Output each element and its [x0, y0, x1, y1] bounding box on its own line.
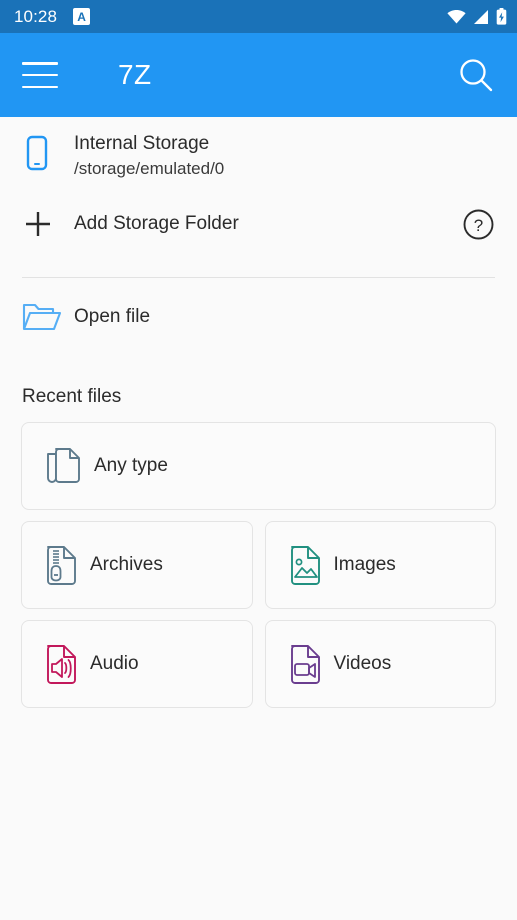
status-bar-indicators [447, 8, 507, 25]
card-videos-label: Videos [333, 653, 392, 674]
internal-storage-item[interactable]: Internal Storage /storage/emulated/0 [0, 117, 517, 189]
card-images[interactable]: Images [264, 521, 496, 609]
recent-files-heading: Recent files [22, 386, 122, 407]
menu-line [22, 85, 58, 88]
card-audio[interactable]: Audio [21, 620, 253, 708]
main-content: Internal Storage /storage/emulated/0 Add… [0, 117, 517, 920]
recent-files-cards: Any type Archives Images Audio Videos [0, 422, 517, 708]
audio-file-icon [42, 642, 88, 686]
cellular-signal-icon [473, 9, 489, 24]
open-file-item[interactable]: Open file [0, 278, 517, 356]
phone-storage-icon [22, 131, 74, 177]
app-notification-icon: A [73, 8, 91, 25]
battery-charging-icon [496, 8, 507, 25]
open-file-label: Open file [74, 306, 151, 327]
hamburger-menu-icon[interactable] [22, 62, 58, 88]
menu-line [22, 62, 58, 65]
card-archives[interactable]: Archives [21, 521, 253, 609]
copy-documents-icon [44, 444, 90, 488]
status-bar-clock: 10:28 [14, 6, 58, 26]
add-storage-folder-text: Add Storage Folder [74, 211, 239, 237]
archive-zip-file-icon [42, 543, 88, 587]
card-row-1: Archives Images [21, 521, 496, 609]
search-icon[interactable] [457, 56, 495, 94]
app-title: 7Z [118, 59, 152, 90]
help-circle-icon[interactable]: ? [462, 208, 495, 241]
card-videos[interactable]: Videos [264, 620, 496, 708]
card-audio-label: Audio [90, 653, 139, 674]
internal-storage-path: /storage/emulated/0 [74, 159, 225, 178]
image-file-icon [286, 543, 332, 587]
open-file-text: Open file [74, 304, 150, 330]
video-file-icon [286, 642, 332, 686]
status-bar: 10:28 A [0, 0, 517, 33]
app-bar: 7Z [0, 33, 517, 117]
notification-letter: A [77, 9, 86, 24]
card-any-type-label: Any type [94, 455, 168, 476]
plus-icon [22, 208, 74, 240]
card-row-2: Audio Videos [21, 620, 496, 708]
internal-storage-title: Internal Storage [74, 133, 210, 154]
svg-text:?: ? [474, 216, 483, 235]
menu-line [22, 73, 58, 77]
card-images-label: Images [333, 554, 396, 575]
internal-storage-text: Internal Storage /storage/emulated/0 [74, 131, 224, 181]
add-storage-folder-label: Add Storage Folder [74, 213, 239, 234]
wifi-icon [447, 9, 466, 24]
card-archives-label: Archives [90, 554, 163, 575]
add-storage-folder-item[interactable]: Add Storage Folder ? [0, 189, 517, 259]
open-folder-icon [22, 300, 74, 334]
card-any-type[interactable]: Any type [21, 422, 496, 510]
